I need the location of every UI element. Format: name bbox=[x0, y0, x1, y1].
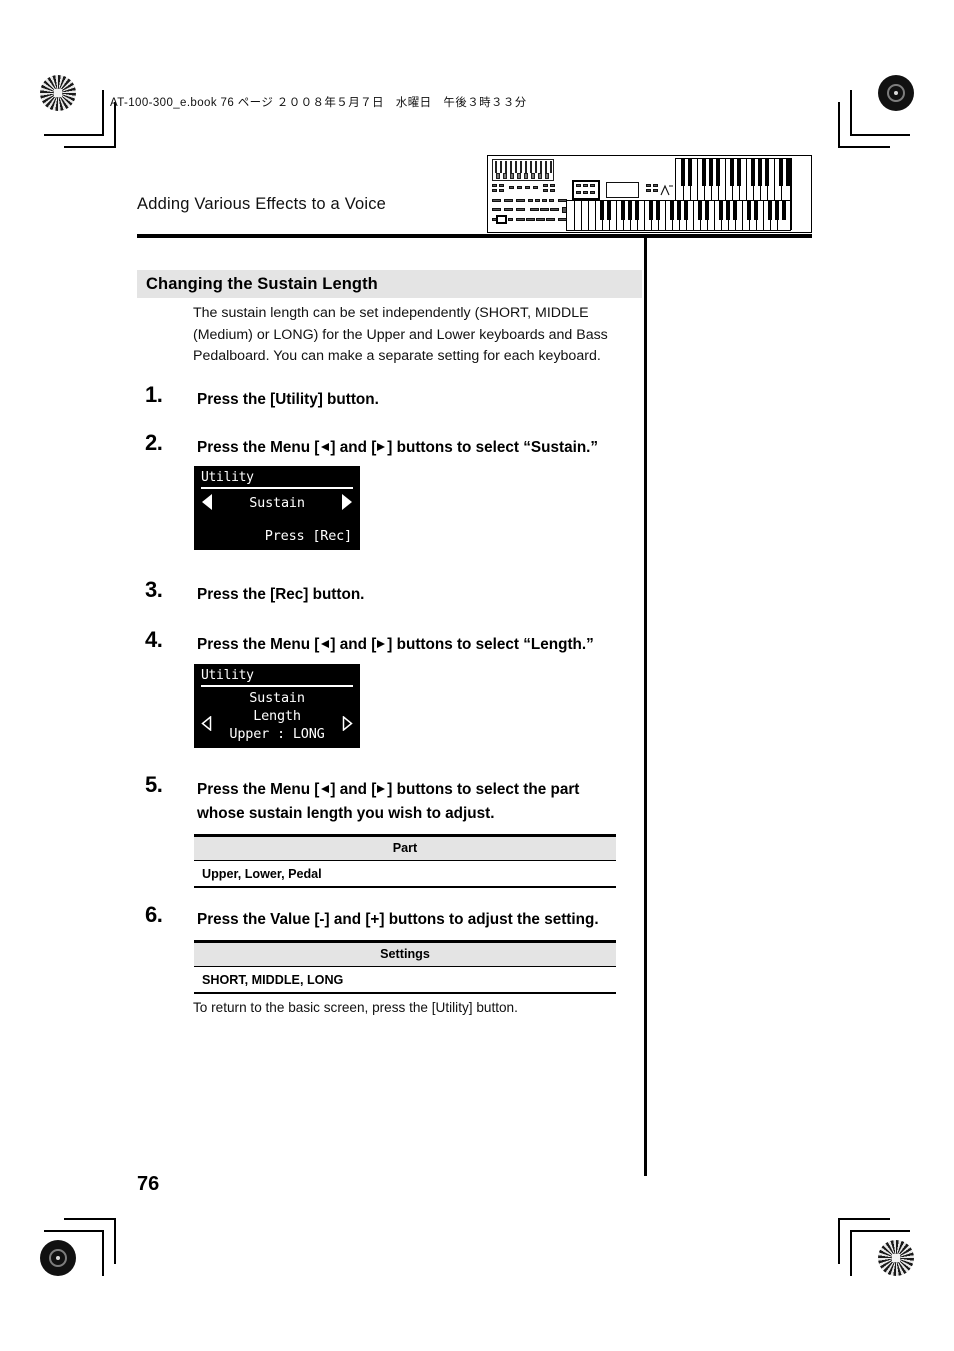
lcd-two-line-two: Length bbox=[253, 708, 301, 724]
organ-panel-illustration bbox=[487, 155, 812, 233]
lcd-one-title-underline bbox=[201, 487, 353, 489]
lcd-two-line-three: Upper : LONG bbox=[229, 726, 325, 742]
settings-table-header-text: Settings bbox=[380, 947, 430, 962]
step-6-number: 6. bbox=[145, 902, 163, 927]
header-divider-rule bbox=[137, 234, 812, 238]
registration-mark-top-right-inner bbox=[822, 80, 866, 124]
section-intro-paragraph: The sustain length can be set independen… bbox=[193, 305, 608, 364]
lower-manual-keyboard bbox=[566, 200, 791, 231]
step-6-text: Press the Value [-] and [+] buttons to a… bbox=[197, 908, 637, 932]
menu-right-arrow-icon bbox=[377, 640, 386, 648]
menu-left-arrow-icon bbox=[321, 640, 330, 648]
step-2-text-after: ] buttons to select “Sustain.” bbox=[387, 439, 599, 456]
step-5-text-before: Press the Menu [ bbox=[197, 781, 320, 798]
step-4-text-after: ] buttons to select “Length.” bbox=[387, 636, 594, 653]
registration-mark-bottom-center bbox=[455, 1220, 499, 1264]
book-file-info: AT-100-300_e.book 76 ページ ２００８年５月７日 水曜日 午… bbox=[110, 97, 527, 109]
lcd-one-center-text: Sustain bbox=[249, 495, 305, 511]
section-heading-text: Changing the Sustain Length bbox=[146, 274, 378, 293]
settings-table: Settings SHORT, MIDDLE, LONG bbox=[194, 940, 616, 994]
step-1-number: 1. bbox=[145, 382, 163, 407]
step-3-text: Press the [Rec] button. bbox=[197, 583, 637, 607]
upper-manual-keyboard bbox=[675, 158, 791, 202]
step-4-text-mid: ] and [ bbox=[330, 636, 377, 653]
registration-mark-top-left-lower bbox=[40, 116, 84, 160]
registration-mark-right-middle bbox=[868, 648, 912, 692]
organ-control-panel bbox=[490, 158, 568, 230]
lcd-display-sustain: Utility Sustain Press [Rec] bbox=[194, 466, 360, 550]
settings-table-bottom-rule bbox=[194, 992, 616, 994]
closing-note: To return to the basic screen, press the… bbox=[193, 1000, 518, 1015]
step-5-number: 5. bbox=[145, 772, 163, 797]
part-table-value: Upper, Lower, Pedal bbox=[202, 866, 322, 881]
lcd-display-sustain-length: Utility Sustain Length Upper : LONG bbox=[194, 664, 360, 748]
registration-mark-bottom-left-upper bbox=[40, 1198, 84, 1242]
part-table-header: Part bbox=[194, 836, 616, 860]
step-2-number: 2. bbox=[145, 430, 163, 455]
registration-mark-bottom-left-inner bbox=[90, 1234, 134, 1278]
lcd-two-title-underline bbox=[201, 685, 353, 687]
menu-right-arrow-icon bbox=[377, 443, 386, 451]
step-1-text-part: Press the [Utility] button. bbox=[197, 391, 379, 408]
registration-mark-bottom-right-inner bbox=[822, 1234, 866, 1278]
registration-mark-bottom-right-upper bbox=[868, 1198, 912, 1242]
section-heading: Changing the Sustain Length bbox=[137, 270, 642, 298]
lcd-two-title: Utility bbox=[201, 668, 254, 683]
running-head: Adding Various Effects to a Voice bbox=[137, 195, 387, 213]
part-table-header-text: Part bbox=[392, 841, 418, 856]
part-table: Part Upper, Lower, Pedal bbox=[194, 834, 616, 888]
step-5-text-mid: ] and [ bbox=[330, 781, 377, 798]
page-number: 76 bbox=[137, 1173, 160, 1195]
step-6-text-part: Press the Value [-] and [+] buttons to a… bbox=[197, 911, 599, 928]
step-5-text: Press the Menu [] and [] buttons to sele… bbox=[197, 778, 625, 826]
menu-right-arrow-icon bbox=[377, 785, 386, 793]
settings-table-row: SHORT, MIDDLE, LONG bbox=[194, 967, 616, 992]
drawbars-group bbox=[492, 159, 554, 181]
settings-table-header: Settings bbox=[194, 942, 616, 966]
registration-mark-left-middle bbox=[40, 648, 84, 692]
step-4-text-before: Press the Menu [ bbox=[197, 636, 320, 653]
registration-mark-top-right-lower bbox=[868, 116, 912, 160]
panel-display-rect bbox=[606, 182, 639, 198]
part-table-row: Upper, Lower, Pedal bbox=[194, 861, 616, 886]
step-2-text: Press the Menu [ ] and [ ] buttons to sele… bbox=[197, 436, 637, 460]
organ-right-end-panel bbox=[791, 158, 809, 230]
part-table-bottom-rule bbox=[194, 886, 616, 888]
step-1-text: Press the [Utility] button. bbox=[197, 388, 637, 412]
step-3-text-part: Press the [Rec] button. bbox=[197, 586, 365, 603]
manual-page: AT-100-300_e.book 76 ページ ２００８年５月７日 水曜日 午… bbox=[0, 0, 954, 1351]
lcd-one-right-text: Press [Rec] bbox=[264, 528, 352, 544]
settings-table-value: SHORT, MIDDLE, LONG bbox=[202, 972, 344, 987]
lcd-two-line-one: Sustain bbox=[249, 690, 305, 706]
step-3-number: 3. bbox=[145, 577, 163, 602]
step-2-text-before: Press the Menu [ bbox=[197, 439, 320, 456]
menu-left-arrow-icon bbox=[321, 443, 330, 451]
step-4-number: 4. bbox=[145, 627, 163, 652]
pitch-bend-icon bbox=[660, 183, 674, 196]
highlighted-menu-button-group bbox=[572, 180, 600, 200]
step-2-text-mid: ] and [ bbox=[330, 439, 377, 456]
content-column-rule bbox=[644, 238, 647, 1176]
highlighted-utility-button bbox=[496, 215, 507, 224]
menu-left-arrow-icon bbox=[321, 785, 330, 793]
step-4-text: Press the Menu [ ] and [ ] buttons to sele… bbox=[197, 633, 637, 657]
lcd-one-title: Utility bbox=[201, 470, 254, 485]
